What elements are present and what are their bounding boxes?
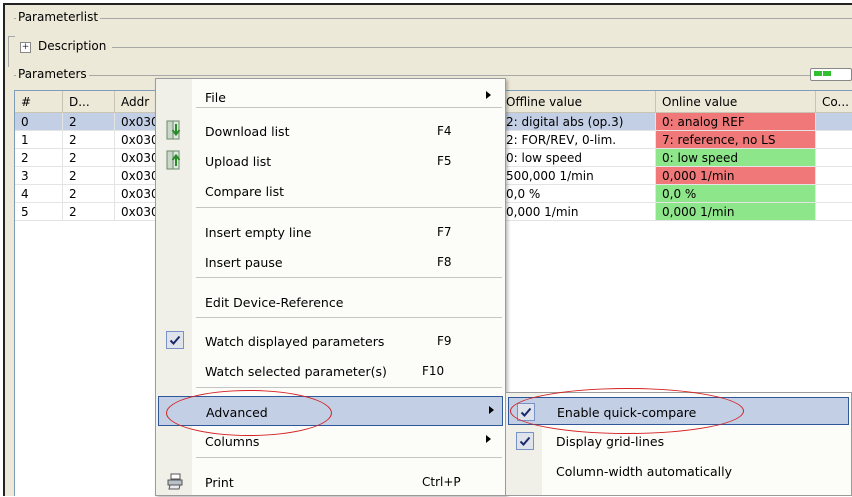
menu-item-label: Watch displayed parameters — [205, 334, 385, 349]
cell-device[interactable]: 2 — [63, 149, 115, 167]
menu-item-watch-selected-parameters[interactable]: Watch selected parameter(s) F10 — [156, 356, 505, 386]
menu-item-watch-displayed-parameters[interactable]: Watch displayed parameters F9 — [156, 326, 505, 356]
cell-offline-value[interactable]: 0: low speed — [506, 149, 656, 167]
menu-item-label: Compare list — [205, 184, 285, 199]
menu-item-print[interactable]: Print Ctrl+P — [156, 467, 505, 497]
menu-separator — [196, 387, 502, 388]
description-label: Description — [38, 39, 107, 53]
cell-device[interactable]: 2 — [63, 113, 115, 131]
parameters-divider — [14, 75, 852, 76]
menu-item-label: Upload list — [205, 154, 272, 169]
download-icon — [166, 120, 182, 143]
column-header-online-value[interactable]: Online value — [656, 91, 816, 113]
parameters-label: Parameters — [16, 67, 89, 81]
parameterlist-title: Parameterlist — [16, 10, 101, 24]
submenu-item-label: Column-width automatically — [556, 464, 733, 479]
submenu-item-column-width-automatically[interactable]: Column-width automatically — [508, 457, 849, 485]
menu-item-shortcut: F7 — [437, 225, 452, 239]
menu-item-label: Edit Device-Reference — [205, 295, 344, 310]
parameterlist-divider — [14, 18, 852, 19]
upload-icon — [166, 150, 182, 173]
cell-offline-value[interactable]: 500,000 1/min — [506, 167, 656, 185]
menu-item-label: Download list — [205, 124, 290, 139]
menu-item-insert-empty-line[interactable]: Insert empty line F7 — [156, 217, 505, 247]
cell-number[interactable]: 3 — [15, 167, 63, 185]
cell-comment[interactable] — [816, 131, 852, 149]
cell-number[interactable]: 5 — [15, 203, 63, 221]
checkmark-icon — [516, 432, 534, 450]
column-header-number[interactable]: # — [15, 91, 63, 113]
cell-offline-value[interactable]: 2: FOR/REV, 0-lim. — [506, 131, 656, 149]
cell-online-value[interactable]: 0,0 % — [656, 185, 816, 203]
menu-item-compare-list[interactable]: Compare list — [156, 176, 505, 206]
cell-offline-value[interactable]: 2: digital abs (op.3) — [506, 113, 656, 131]
printer-icon — [166, 472, 184, 493]
menu-item-shortcut: F9 — [437, 334, 452, 348]
expand-icon[interactable]: + — [20, 42, 31, 53]
annotation-ellipse-quick-compare — [510, 388, 744, 434]
menu-item-shortcut: F8 — [437, 255, 452, 269]
cell-online-value[interactable]: 0: low speed — [656, 149, 816, 167]
menu-item-upload-list[interactable]: Upload list F5 — [156, 146, 505, 176]
menu-item-file[interactable]: File — [156, 82, 505, 112]
menu-item-label: Watch selected parameter(s) — [205, 364, 387, 379]
menu-item-label: Print — [205, 475, 234, 490]
cell-device[interactable]: 2 — [63, 185, 115, 203]
menu-separator — [196, 317, 502, 318]
annotation-ellipse-advanced — [166, 390, 332, 436]
menu-item-label: Insert empty line — [205, 225, 312, 240]
menu-item-edit-device-reference[interactable]: Edit Device-Reference — [156, 287, 505, 317]
submenu-item-label: Display grid-lines — [556, 434, 665, 449]
cell-device[interactable]: 2 — [63, 131, 115, 149]
cell-number[interactable]: 2 — [15, 149, 63, 167]
column-header-comment[interactable]: Co... — [816, 91, 852, 113]
cell-device[interactable]: 2 — [63, 167, 115, 185]
cell-comment[interactable] — [816, 149, 852, 167]
column-header-offline-value[interactable]: Offline value — [506, 91, 656, 113]
menu-item-label: Insert pause — [205, 255, 283, 270]
cell-number[interactable]: 0 — [15, 113, 63, 131]
cell-online-value[interactable]: 0: analog REF — [656, 113, 816, 131]
menu-item-label: File — [205, 90, 226, 105]
status-indicator — [810, 68, 852, 81]
cell-number[interactable]: 4 — [15, 185, 63, 203]
cell-online-value[interactable]: 0,000 1/min — [656, 167, 816, 185]
cell-offline-value[interactable]: 0,000 1/min — [506, 203, 656, 221]
menu-separator — [196, 457, 502, 458]
submenu-arrow-icon — [486, 435, 491, 443]
cell-offline-value[interactable]: 0,0 % — [506, 185, 656, 203]
menu-item-shortcut: F5 — [437, 154, 452, 168]
cell-comment[interactable] — [816, 203, 852, 221]
cell-comment[interactable] — [816, 185, 852, 203]
context-menu: File Download list F4 Upload list F5 Compare … — [155, 78, 506, 496]
menu-item-shortcut: F10 — [422, 364, 445, 378]
menu-item-insert-pause[interactable]: Insert pause F8 — [156, 247, 505, 277]
cell-device[interactable]: 2 — [63, 203, 115, 221]
menu-item-download-list[interactable]: Download list F4 — [156, 116, 505, 146]
menu-item-shortcut: F4 — [437, 124, 452, 138]
column-header-device[interactable]: D... — [63, 91, 115, 113]
submenu-arrow-icon — [486, 91, 491, 99]
cell-comment[interactable] — [816, 167, 852, 185]
cell-online-value[interactable]: 0,000 1/min — [656, 203, 816, 221]
menu-separator — [196, 277, 502, 278]
checkmark-icon — [166, 331, 184, 349]
description-divider — [14, 47, 852, 48]
submenu-arrow-icon — [489, 406, 494, 414]
cell-comment[interactable] — [816, 113, 852, 131]
menu-item-label: Columns — [205, 434, 260, 449]
description-header[interactable]: + Description — [14, 39, 113, 53]
menu-item-shortcut: Ctrl+P — [422, 475, 461, 489]
cell-online-value[interactable]: 7: reference, no LS — [656, 131, 816, 149]
menu-separator — [196, 207, 502, 208]
cell-number[interactable]: 1 — [15, 131, 63, 149]
